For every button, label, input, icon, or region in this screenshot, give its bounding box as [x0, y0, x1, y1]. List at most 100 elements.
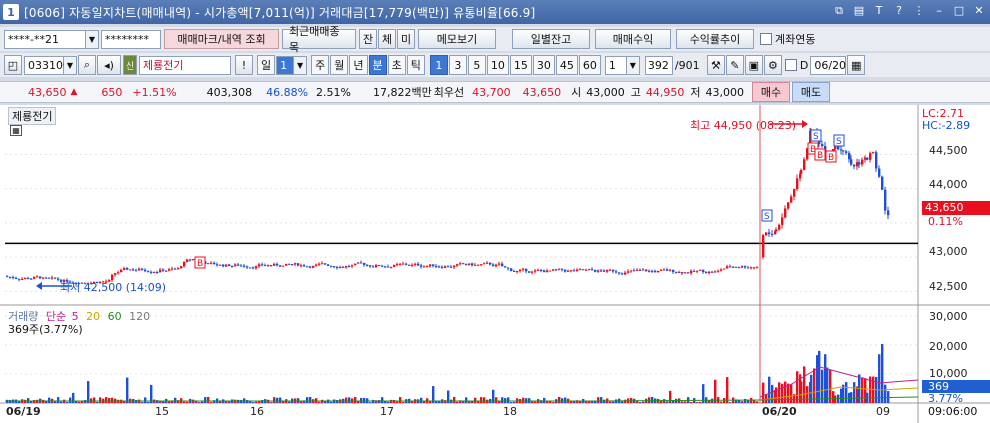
close-icon[interactable]: ✕	[972, 4, 986, 18]
volume-bar	[84, 400, 87, 403]
volume-bar	[570, 401, 573, 403]
interval-30[interactable]: 30	[532, 55, 555, 75]
candle	[186, 259, 189, 263]
volume-bar	[513, 401, 516, 403]
unexecuted-button[interactable]: 미	[397, 29, 415, 49]
candle	[576, 269, 579, 272]
candle	[408, 264, 411, 266]
candle	[318, 263, 321, 265]
interval-input[interactable]: 1	[604, 55, 627, 75]
period-dropdown-icon[interactable]: ▼	[294, 55, 308, 75]
account-dropdown-icon[interactable]: ▼	[86, 29, 99, 49]
font-icon[interactable]: T	[872, 4, 886, 18]
candle	[747, 267, 750, 269]
password-field[interactable]: ********	[101, 29, 161, 49]
buy-button[interactable]: 매수	[751, 82, 790, 102]
calendar-icon[interactable]: ▦	[847, 55, 866, 75]
candle	[138, 268, 141, 271]
candle	[285, 263, 288, 266]
tab-month[interactable]: 월	[330, 55, 349, 75]
account-link-checkbox[interactable]	[760, 33, 772, 45]
executed-button[interactable]: 체	[378, 29, 396, 49]
interval-1[interactable]: 1	[429, 55, 448, 75]
chart-panel[interactable]: BSBSBBS 제룡전기 ▦ LC:2.71 HC:-2.89 최고 44,95…	[0, 105, 990, 423]
marker-text: B	[817, 151, 823, 161]
tab-tick[interactable]: 틱	[406, 55, 425, 75]
table-icon[interactable]: ▦	[10, 125, 22, 136]
maximize-icon[interactable]: □	[952, 4, 966, 18]
save-icon[interactable]: ▣	[744, 55, 763, 75]
candle	[720, 269, 723, 271]
period-value[interactable]: 1	[276, 55, 295, 75]
recent-stocks-button[interactable]: 최근매매종목	[282, 25, 356, 54]
candle	[495, 264, 498, 267]
time-label: 09:06:00	[928, 405, 978, 418]
speaker-icon[interactable]: ◂)	[97, 55, 121, 75]
candle	[18, 278, 21, 280]
interval-45[interactable]: 45	[555, 55, 578, 75]
interval-15[interactable]: 15	[509, 55, 532, 75]
date-input[interactable]: 06/20	[810, 55, 847, 75]
candle	[441, 266, 444, 268]
candle	[636, 269, 639, 271]
tab-minute[interactable]: 분	[368, 55, 387, 75]
interval-10[interactable]: 10	[486, 55, 509, 75]
memo-button[interactable]: 메모보기	[418, 29, 496, 49]
sell-button[interactable]: 매도	[791, 82, 830, 102]
candle	[381, 265, 384, 267]
candle	[261, 264, 264, 266]
candle	[276, 263, 279, 266]
tab-second[interactable]: 초	[387, 55, 406, 75]
volume-bar	[690, 401, 693, 403]
search-icon[interactable]: ⌕	[78, 55, 96, 75]
volume-bar	[666, 401, 669, 403]
screen-menu-icon[interactable]: ◰	[4, 55, 22, 75]
tools-icon[interactable]: ⚒	[706, 55, 725, 75]
candle	[887, 210, 890, 216]
volume-bar	[483, 397, 486, 403]
trade-profit-button[interactable]: 매매수익	[595, 29, 671, 49]
code-dropdown-icon[interactable]: ▼	[64, 55, 77, 75]
candle	[474, 264, 477, 266]
count-input[interactable]: 392	[644, 55, 673, 75]
volume-bar	[363, 397, 366, 403]
account-input[interactable]: ****-**21	[4, 29, 86, 49]
tab-day[interactable]: 일	[257, 55, 276, 75]
candle	[171, 268, 174, 270]
return-trend-button[interactable]: 수익률추이	[676, 29, 754, 49]
date-checkbox[interactable]	[784, 59, 797, 71]
minimize-icon[interactable]: –	[932, 4, 946, 18]
candle	[501, 263, 504, 267]
tab-year[interactable]: 년	[349, 55, 368, 75]
candle	[228, 264, 231, 266]
interval-dropdown-icon[interactable]: ▼	[626, 55, 640, 75]
daily-balance-button[interactable]: 일별잔고	[512, 29, 590, 49]
help-icon[interactable]: ?	[892, 4, 906, 18]
candle	[853, 164, 856, 167]
draw-icon[interactable]: ✎	[725, 55, 744, 75]
ma20-label: 20	[86, 310, 101, 323]
settings-icon[interactable]: ⚙	[763, 55, 782, 75]
interval-5[interactable]: 5	[467, 55, 486, 75]
code-input[interactable]: 033100	[24, 55, 70, 75]
candle	[543, 270, 546, 273]
link-icon[interactable]: ⧉	[832, 4, 846, 18]
candle	[15, 277, 18, 279]
candle	[333, 266, 336, 268]
balance-button[interactable]: 잔	[359, 29, 377, 49]
candle	[678, 271, 681, 273]
tab-week[interactable]: 주	[311, 55, 330, 75]
stock-name-field[interactable]: 제룡전기	[139, 55, 231, 75]
trade-mark-button[interactable]: 매매마크/내역 조회	[164, 29, 279, 49]
volume-bar	[276, 397, 279, 403]
warning-icon[interactable]: !	[235, 55, 253, 75]
interval-3[interactable]: 3	[448, 55, 467, 75]
candle	[243, 265, 246, 267]
layout-icon[interactable]: ▤	[852, 4, 866, 18]
candle	[48, 277, 51, 279]
volume-bar	[474, 397, 477, 403]
interval-60[interactable]: 60	[578, 55, 601, 75]
candle	[597, 270, 600, 272]
chart-svg[interactable]: BSBSB BS	[0, 105, 990, 423]
volume-bar	[279, 397, 282, 403]
